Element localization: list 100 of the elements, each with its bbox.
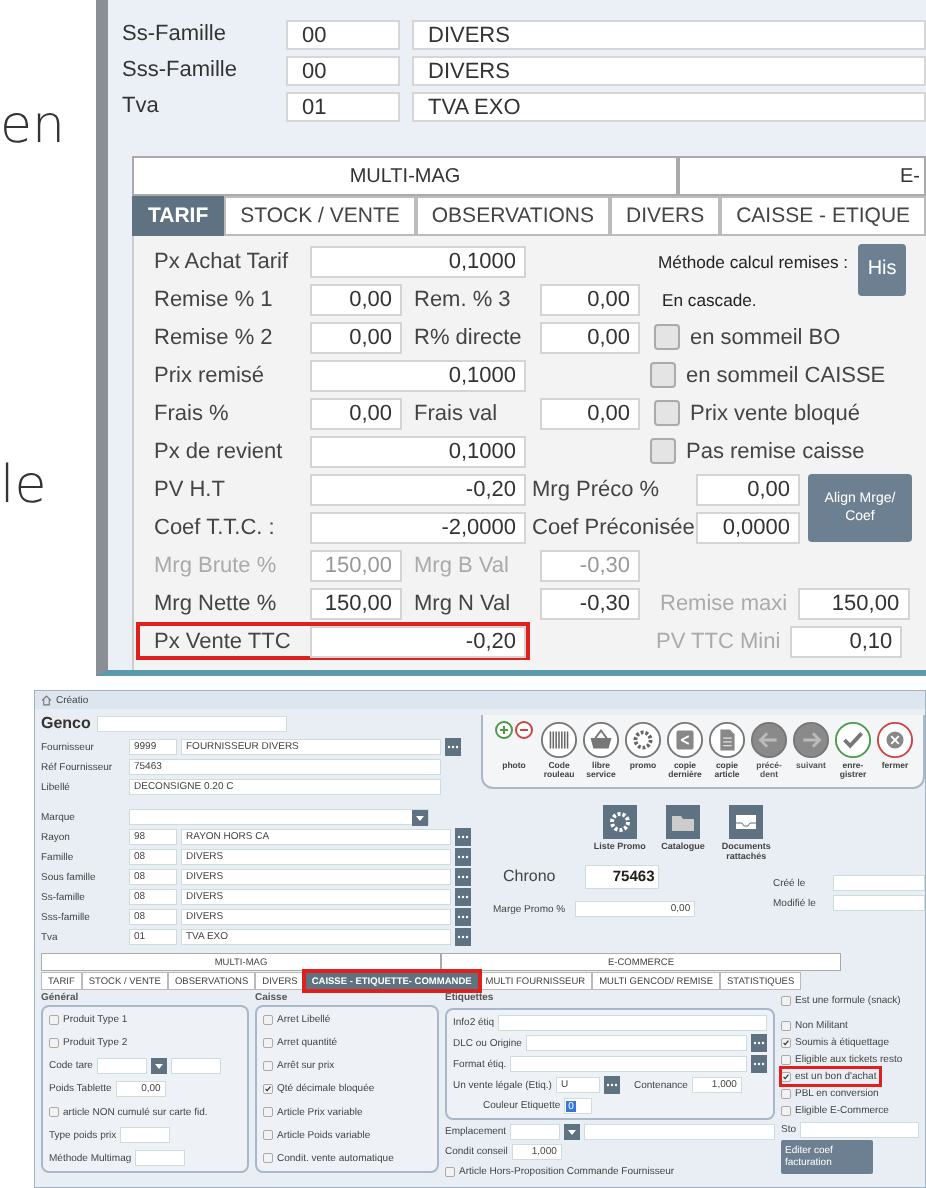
section-tab[interactable]: MULTI-MAG [132, 156, 678, 196]
text-field[interactable] [525, 1035, 747, 1051]
note-text: En cascade. [662, 289, 757, 309]
number-field[interactable]: -0,20 [310, 473, 526, 505]
checkbox[interactable] [263, 1153, 273, 1164]
field-label: Px de revient [154, 439, 285, 463]
document-icon [708, 721, 746, 759]
field-label: Genco [41, 715, 91, 733]
more-icon[interactable] [603, 1076, 620, 1094]
checkbox[interactable] [445, 1166, 455, 1177]
checkbox[interactable] [654, 400, 680, 426]
checkbox[interactable] [263, 1083, 273, 1094]
text-field[interactable] [510, 1123, 561, 1140]
gear-icon [624, 721, 662, 759]
field-label: Rem. % 3 [414, 287, 513, 311]
checkbox[interactable] [49, 1037, 59, 1048]
tab[interactable]: DIVERS [610, 196, 721, 236]
text-field[interactable] [584, 1123, 775, 1140]
text-field[interactable] [498, 1014, 767, 1031]
checkbox[interactable] [781, 1020, 791, 1031]
number-field[interactable]: 0,00 [696, 473, 800, 505]
number-field[interactable]: 0,00 [310, 321, 402, 353]
checkbox[interactable] [263, 1130, 273, 1141]
number-field[interactable]: 0,1000 [310, 245, 526, 277]
number-field[interactable]: -0,30 [540, 587, 640, 619]
checkbox[interactable] [263, 1014, 273, 1025]
checkbox-label: Pas remise caisse [686, 439, 865, 463]
field-label: Sss-Famille [122, 58, 239, 82]
more-icon[interactable] [455, 908, 471, 926]
note-text: Méthode calcul remises : [658, 251, 849, 271]
name-field[interactable]: DIVERS [412, 19, 926, 49]
number-field[interactable]: 0,1000 [310, 435, 526, 467]
field-label: Mrg N Val [414, 591, 513, 615]
section-tab[interactable]: E- [678, 156, 926, 196]
checkbox-label: en sommeil BO [690, 325, 841, 349]
folder-icon [666, 805, 700, 839]
checkbox[interactable] [650, 438, 676, 464]
caret-icon[interactable] [150, 1057, 167, 1074]
field-label: Px Achat Tarif [154, 249, 291, 273]
checkbox[interactable] [263, 1037, 273, 1048]
code-field[interactable]: 01 [286, 91, 400, 121]
number-field[interactable]: 0,0000 [696, 511, 800, 543]
number-field[interactable]: -0,20 [310, 625, 526, 657]
more-icon[interactable] [751, 1034, 767, 1052]
checkbox[interactable] [781, 995, 791, 1006]
more-icon[interactable] [455, 828, 471, 846]
text-field[interactable] [170, 1057, 221, 1074]
checkbox[interactable] [781, 1071, 791, 1082]
more-icon[interactable] [455, 888, 471, 906]
number-field[interactable] [120, 1127, 171, 1144]
field-label: Remise % 1 [154, 287, 275, 311]
number-field[interactable]: 150,00 [310, 587, 402, 619]
number-field[interactable]: -2,0000 [310, 511, 526, 543]
checkbox[interactable] [654, 324, 680, 350]
tab[interactable]: CAISSE - ETIQUE [720, 196, 926, 236]
checkbox[interactable] [650, 362, 676, 388]
caret-icon[interactable] [564, 1123, 581, 1140]
more-icon[interactable] [445, 738, 461, 756]
code-field[interactable]: 00 [286, 19, 400, 49]
field-label: Coef T.T.C. : [154, 515, 277, 539]
checkbox[interactable] [781, 1037, 791, 1048]
more-icon[interactable] [455, 928, 471, 946]
dropdown[interactable] [129, 809, 429, 825]
checkbox-label: Prix vente bloqué [690, 401, 860, 425]
number-field[interactable]: 0,1000 [310, 359, 526, 391]
tab[interactable]: OBSERVATIONS [415, 196, 610, 236]
tab[interactable]: STOCK / VENTE [224, 196, 416, 236]
tray-icon [729, 805, 764, 839]
checkbox[interactable] [263, 1107, 273, 1118]
date-field[interactable] [833, 875, 925, 891]
checkbox[interactable] [781, 1105, 791, 1116]
checkbox[interactable] [781, 1054, 791, 1065]
date-field[interactable] [833, 895, 925, 911]
text-field[interactable] [510, 1056, 747, 1072]
field-label: Chrono [503, 868, 556, 886]
name-field[interactable]: TVA EXO [412, 91, 926, 121]
number-field[interactable] [135, 1150, 186, 1167]
plus-minus-icon [495, 721, 533, 739]
checkbox[interactable] [49, 1014, 59, 1025]
text-field[interactable] [800, 1121, 919, 1138]
number-field[interactable]: 0,00 [310, 283, 402, 315]
checkbox[interactable] [49, 1107, 59, 1118]
more-icon[interactable] [455, 868, 471, 886]
checkbox[interactable] [263, 1060, 273, 1071]
number-field[interactable]: 0,00 [540, 321, 640, 353]
code-field[interactable]: 00 [286, 55, 400, 85]
code-field[interactable] [96, 1057, 147, 1074]
checkbox[interactable] [781, 1088, 791, 1099]
number-field[interactable]: 0,00 [540, 283, 640, 315]
name-field[interactable]: DIVERS [412, 55, 926, 85]
basket-icon [582, 721, 620, 759]
history-button[interactable]: His [858, 243, 907, 295]
field-label: Remise maxi [660, 591, 788, 615]
tab[interactable]: TARIF [132, 196, 225, 236]
number-field[interactable]: 0,00 [540, 397, 640, 429]
field-label: Remise % 2 [154, 325, 275, 349]
more-icon[interactable] [455, 848, 471, 866]
number-field[interactable]: 0,00 [310, 397, 402, 429]
body-text: le [0, 456, 47, 516]
more-icon[interactable] [751, 1055, 767, 1073]
